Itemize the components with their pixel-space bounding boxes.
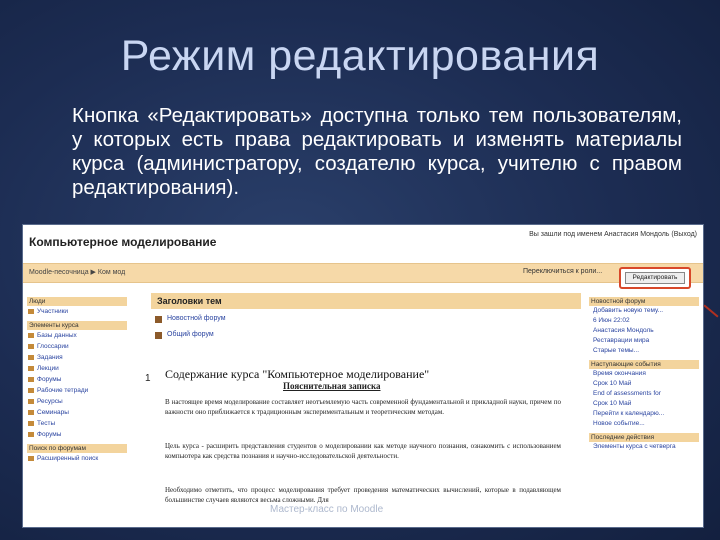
course-title: Компьютерное моделирование xyxy=(29,235,217,249)
recent-item: Элементы курса с четверга xyxy=(593,443,676,450)
right-column: Новостной форум Добавить новую тему... 6… xyxy=(589,293,699,452)
event-item[interactable]: Перейти к календарю... xyxy=(589,409,699,419)
block-header-news: Новостной форум xyxy=(589,297,699,306)
activity-item[interactable]: Рабочие тетради xyxy=(27,385,127,396)
moodle-screenshot: Компьютерное моделирование Вы зашли под … xyxy=(22,224,704,528)
activity-item[interactable]: Семинары xyxy=(27,407,127,418)
advanced-search-link[interactable]: Расширенный поиск xyxy=(27,453,127,464)
breadcrumb[interactable]: Moodle-песочница ▶ Ком мод xyxy=(29,268,125,276)
role-switch-select[interactable]: Переключиться к роли... xyxy=(523,268,602,275)
activity-item[interactable]: Ресурсы xyxy=(27,396,127,407)
event-item[interactable]: End of assessments for xyxy=(589,389,699,399)
login-info[interactable]: Вы зашли под именем Анастасия Мондоль (В… xyxy=(529,231,697,238)
paragraph: Необходимо отметить, что процесс моделир… xyxy=(165,486,561,504)
block-item-participants[interactable]: Участники xyxy=(27,306,127,317)
note-heading: Пояснительная записка xyxy=(283,381,381,391)
edit-button-highlight[interactable]: Редактировать xyxy=(619,267,691,289)
block-header-recent: Последние действия xyxy=(589,433,699,442)
activity-item[interactable]: Форумы xyxy=(27,374,127,385)
edit-button[interactable]: Редактировать xyxy=(625,272,685,284)
section-title: Содержание курса "Компьютерное моделиров… xyxy=(165,367,430,381)
news-item[interactable]: Реставрации мира xyxy=(589,336,699,346)
activity-item[interactable]: Задания xyxy=(27,352,127,363)
slide-title: Режим редактирования xyxy=(120,32,600,80)
event-item[interactable]: Новое событие... xyxy=(589,419,699,429)
main-content: Заголовки тем Новостной форум Общий фору… xyxy=(145,293,581,504)
activity-item[interactable]: Лекции xyxy=(27,363,127,374)
navbar: Moodle-песочница ▶ Ком мод Переключиться… xyxy=(23,263,703,283)
footer-watermark: Мастер-класс по Moodle xyxy=(270,504,384,515)
event-item[interactable]: Время окончания xyxy=(589,369,699,379)
news-item[interactable]: Добавить новую тему... xyxy=(589,306,699,316)
left-column: Люди Участники Элементы курса Базы данны… xyxy=(27,293,127,464)
news-item: Анастасия Мондоль xyxy=(593,327,654,334)
forum-link-general[interactable]: Общий форум xyxy=(151,331,581,341)
activity-item[interactable]: Базы данных xyxy=(27,330,127,341)
activity-item[interactable]: Глоссарии xyxy=(27,341,127,352)
moodle-header: Компьютерное моделирование Вы зашли под … xyxy=(23,225,703,263)
forum-link-news[interactable]: Новостной форум xyxy=(151,315,581,325)
slide-body-text: Кнопка «Редактировать» доступна только т… xyxy=(72,104,682,199)
news-item: 6 Июн 22:02 xyxy=(593,317,630,324)
section-number: 1 xyxy=(145,373,151,384)
block-header-forum-search: Поиск по форумам xyxy=(27,444,127,453)
block-header-events: Наступающие события xyxy=(589,360,699,369)
activity-item[interactable]: Форумы xyxy=(27,429,127,440)
paragraph: Цель курса - расширить представления сту… xyxy=(165,442,561,460)
decorative-line xyxy=(703,304,719,318)
news-item[interactable]: Старые темы... xyxy=(589,346,699,356)
block-header-activities: Элементы курса xyxy=(27,321,127,330)
block-header-people: Люди xyxy=(27,297,127,306)
topics-header: Заголовки тем xyxy=(151,293,581,309)
event-item: Срок 10 Май xyxy=(593,400,632,407)
event-item: Срок 10 Май xyxy=(593,380,632,387)
activity-item[interactable]: Тесты xyxy=(27,418,127,429)
paragraph: В настоящее время моделирование составля… xyxy=(165,398,561,416)
